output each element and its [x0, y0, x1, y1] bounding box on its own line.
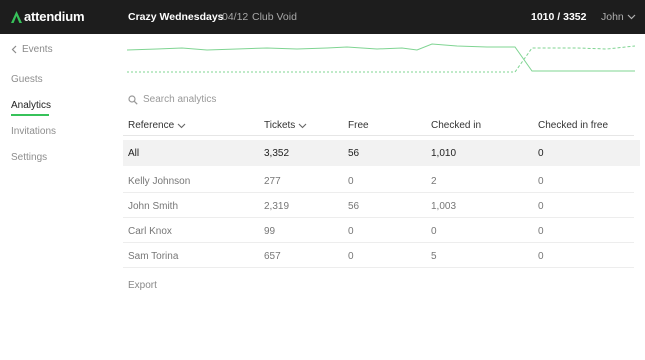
cell-reference: All: [128, 148, 140, 159]
cell-checked-in-free: 0: [538, 176, 544, 187]
logo-icon: [11, 10, 22, 23]
sidebar-item-label: Invitations: [11, 126, 57, 137]
search-input[interactable]: [143, 94, 283, 105]
back-label: Events: [22, 44, 53, 55]
column-header-free[interactable]: Free: [348, 120, 369, 131]
cell-tickets: 277: [264, 176, 281, 187]
column-header-tickets[interactable]: Tickets: [264, 120, 307, 131]
cell-checked-in: 5: [431, 251, 437, 262]
event-title: Crazy Wednesdays: [128, 11, 224, 23]
column-header-checked-in[interactable]: Checked in: [431, 120, 481, 131]
user-name: John: [601, 11, 624, 23]
cell-reference: Kelly Johnson: [128, 176, 191, 187]
sidebar-item-label: Guests: [11, 74, 43, 85]
analytics-table: Reference Tickets Free Checked in Checke…: [123, 114, 640, 268]
table-row[interactable]: Sam Torina 657 0 5 0: [123, 243, 634, 268]
checkin-sparkline: [127, 43, 635, 73]
cell-free: 56: [348, 201, 360, 212]
chevron-down-icon: [627, 14, 636, 20]
chevron-left-icon: [11, 45, 17, 54]
table-header: Reference Tickets Free Checked in Checke…: [123, 114, 634, 136]
cell-free: 0: [348, 251, 354, 262]
cell-reference: John Smith: [128, 201, 179, 212]
cell-free: 0: [348, 176, 354, 187]
top-bar: attendium Crazy Wednesdays 04/12 Club Vo…: [0, 0, 645, 34]
user-menu[interactable]: John: [601, 11, 636, 23]
logo-text: attendium: [24, 9, 85, 24]
event-date: 04/12: [222, 11, 249, 23]
column-header-label: Reference: [128, 120, 175, 131]
cell-tickets: 2,319: [264, 201, 290, 212]
cell-free: 0: [348, 226, 354, 237]
column-header-label: Checked in: [431, 120, 482, 131]
cell-checked-in: 2: [431, 176, 437, 187]
column-header-checked-in-free[interactable]: Checked in free: [538, 120, 608, 131]
sidebar-item-settings[interactable]: Settings: [11, 152, 47, 163]
column-header-label: Checked in free: [538, 120, 609, 131]
cell-reference: Carl Knox: [128, 226, 172, 237]
sidebar-item-guests[interactable]: Guests: [11, 74, 43, 85]
back-to-events-link[interactable]: Events: [11, 44, 53, 55]
sidebar-item-analytics[interactable]: Analytics: [11, 100, 52, 116]
cell-checked-in: 1,003: [431, 201, 457, 212]
table-row[interactable]: Carl Knox 99 0 0 0: [123, 218, 634, 243]
sidebar-item-invitations[interactable]: Invitations: [11, 126, 56, 137]
table-row[interactable]: John Smith 2,319 56 1,003 0: [123, 193, 634, 218]
sidebar-item-label: Settings: [11, 152, 48, 163]
sparkline-projection: [514, 45, 635, 73]
export-link[interactable]: Export: [128, 280, 157, 291]
sort-chevron-icon: [298, 123, 307, 128]
column-header-label: Free: [348, 120, 369, 131]
checkin-counter: 1010 / 3352: [531, 11, 587, 23]
column-header-label: Tickets: [264, 120, 296, 131]
column-header-reference[interactable]: Reference: [128, 120, 186, 131]
active-indicator: [11, 114, 49, 116]
cell-checked-in-free: 0: [538, 148, 544, 159]
cell-checked-in-free: 0: [538, 201, 544, 212]
sort-chevron-icon: [177, 123, 186, 128]
search-icon: [128, 94, 138, 105]
event-venue: Club Void: [252, 11, 297, 23]
table-row[interactable]: Kelly Johnson 277 0 2 0: [123, 168, 634, 193]
sidebar-item-label: Analytics: [11, 100, 52, 111]
cell-tickets: 657: [264, 251, 281, 262]
table-row-total[interactable]: All 3,352 56 1,010 0: [123, 140, 640, 166]
cell-checked-in-free: 0: [538, 226, 544, 237]
cell-checked-in: 0: [431, 226, 437, 237]
cell-tickets: 99: [264, 226, 276, 237]
cell-checked-in-free: 0: [538, 251, 544, 262]
cell-tickets: 3,352: [264, 148, 290, 159]
cell-checked-in: 1,010: [431, 148, 457, 159]
cell-reference: Sam Torina: [128, 251, 179, 262]
search-bar: [128, 94, 283, 105]
logo[interactable]: attendium: [11, 9, 85, 24]
cell-free: 56: [348, 148, 360, 159]
